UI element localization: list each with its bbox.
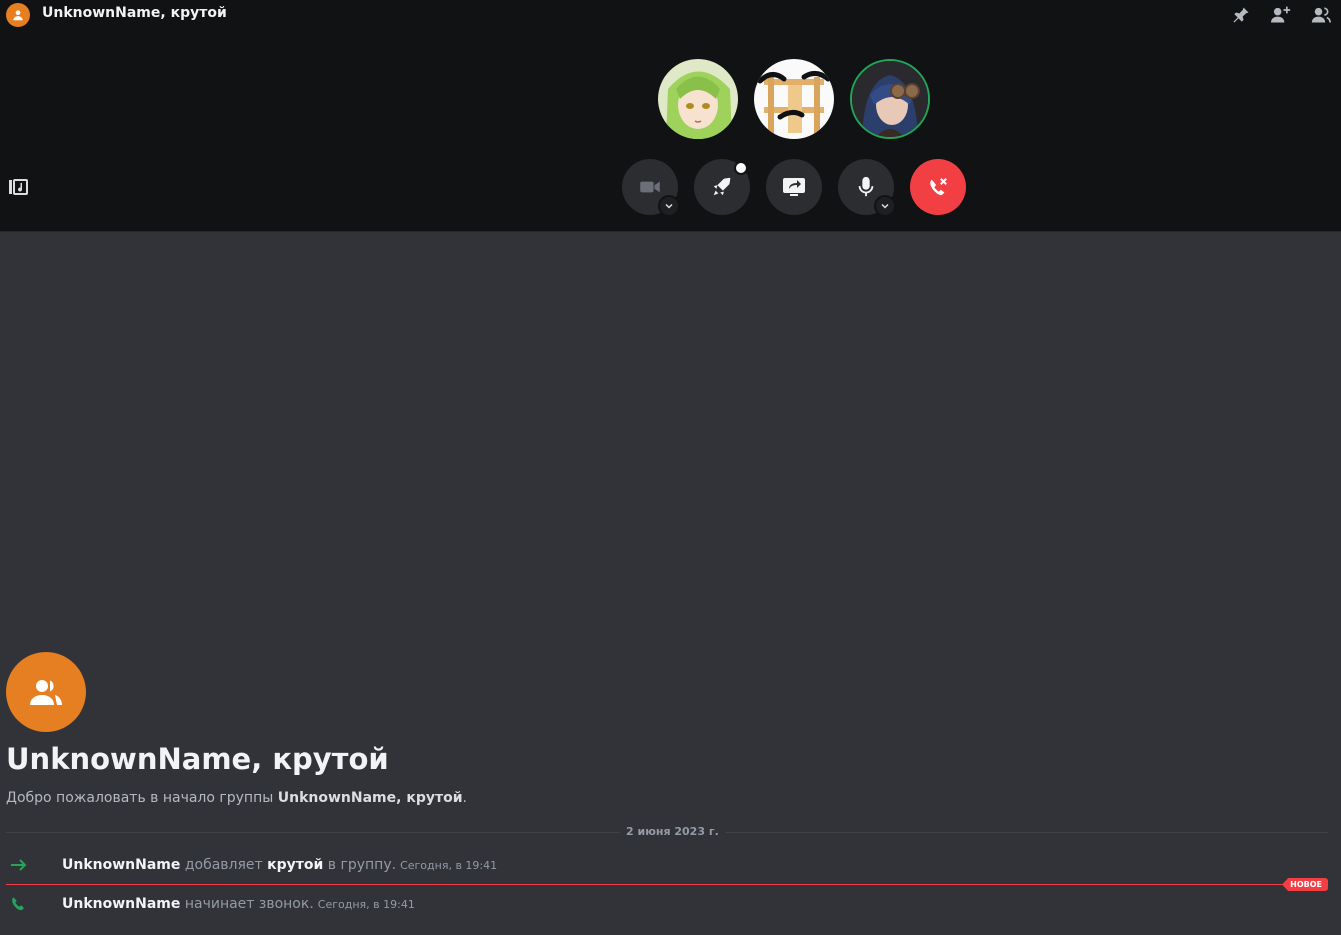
arrow-right-icon [11, 859, 27, 871]
header-toolbar [1221, 0, 1341, 30]
members-icon [1311, 7, 1331, 23]
camera-button[interactable] [622, 159, 680, 217]
date-divider-label: 2 июня 2023 г. [620, 825, 725, 838]
message-author[interactable]: UnknownName [62, 857, 180, 873]
camera-icon [640, 181, 660, 193]
activity-notification-dot [734, 161, 748, 175]
music-activity-icon[interactable] [8, 178, 28, 196]
microphone-button[interactable] [838, 159, 896, 217]
goggles-avatar [852, 61, 928, 137]
welcome-text-prefix: Добро пожаловать в начало группы [6, 790, 278, 806]
system-message-add: UnknownName добавляет крутой в группу. С… [0, 853, 497, 877]
message-author[interactable]: UnknownName [62, 896, 180, 912]
add-friends-button[interactable] [1261, 0, 1301, 30]
leave-call-button[interactable] [910, 159, 966, 215]
participant-avatar-3[interactable] [850, 59, 930, 139]
add-friend-icon [1271, 6, 1291, 23]
welcome-text-group: UnknownName, крутой [277, 790, 463, 806]
green-haired-avatar [658, 59, 738, 139]
call-participants [658, 59, 930, 139]
participant-avatar-1[interactable] [658, 59, 738, 139]
shelf-face-avatar [754, 59, 834, 139]
screen-share-icon [783, 178, 805, 196]
phone-icon [12, 897, 24, 911]
welcome-title: UnknownName, крутой [6, 742, 389, 776]
microphone-options-button[interactable] [874, 195, 896, 217]
group-icon [6, 3, 30, 27]
group-name-title: UnknownName, крутой [42, 5, 227, 21]
call-divider [0, 231, 1341, 232]
camera-options-button[interactable] [658, 195, 680, 217]
message-timestamp: Сегодня, в 19:41 [317, 897, 415, 911]
pin-icon [1233, 7, 1249, 23]
message-timestamp: Сегодня, в 19:41 [400, 858, 498, 872]
call-controls [622, 159, 966, 217]
message-rest: в группу. [323, 857, 397, 873]
group-avatar-large [6, 652, 86, 732]
group-users-icon [30, 680, 62, 705]
call-area: UnknownName, крутой [0, 0, 1341, 231]
chevron-down-icon [881, 203, 889, 209]
system-message-call: UnknownName начинает звонок. Сегодня, в … [0, 892, 415, 916]
leave-call-icon [930, 178, 947, 196]
message-action: добавляет [180, 857, 268, 873]
chevron-down-icon [665, 203, 673, 209]
message-action: начинает звонок. [180, 896, 314, 912]
message-target[interactable]: крутой [267, 857, 323, 873]
welcome-text-suffix: . [462, 790, 467, 806]
microphone-icon [858, 176, 874, 197]
welcome-text: Добро пожаловать в начало группы Unknown… [6, 790, 467, 806]
group-users-icon [13, 10, 23, 21]
pinned-messages-button[interactable] [1221, 0, 1261, 30]
new-messages-divider [6, 884, 1328, 885]
member-list-button[interactable] [1301, 0, 1341, 30]
participant-avatar-2[interactable] [754, 59, 834, 139]
activity-rocket-icon [713, 177, 731, 196]
screen-share-button[interactable] [766, 159, 822, 215]
new-messages-badge: НОВОЕ [1282, 878, 1328, 891]
activities-button[interactable] [694, 159, 750, 215]
